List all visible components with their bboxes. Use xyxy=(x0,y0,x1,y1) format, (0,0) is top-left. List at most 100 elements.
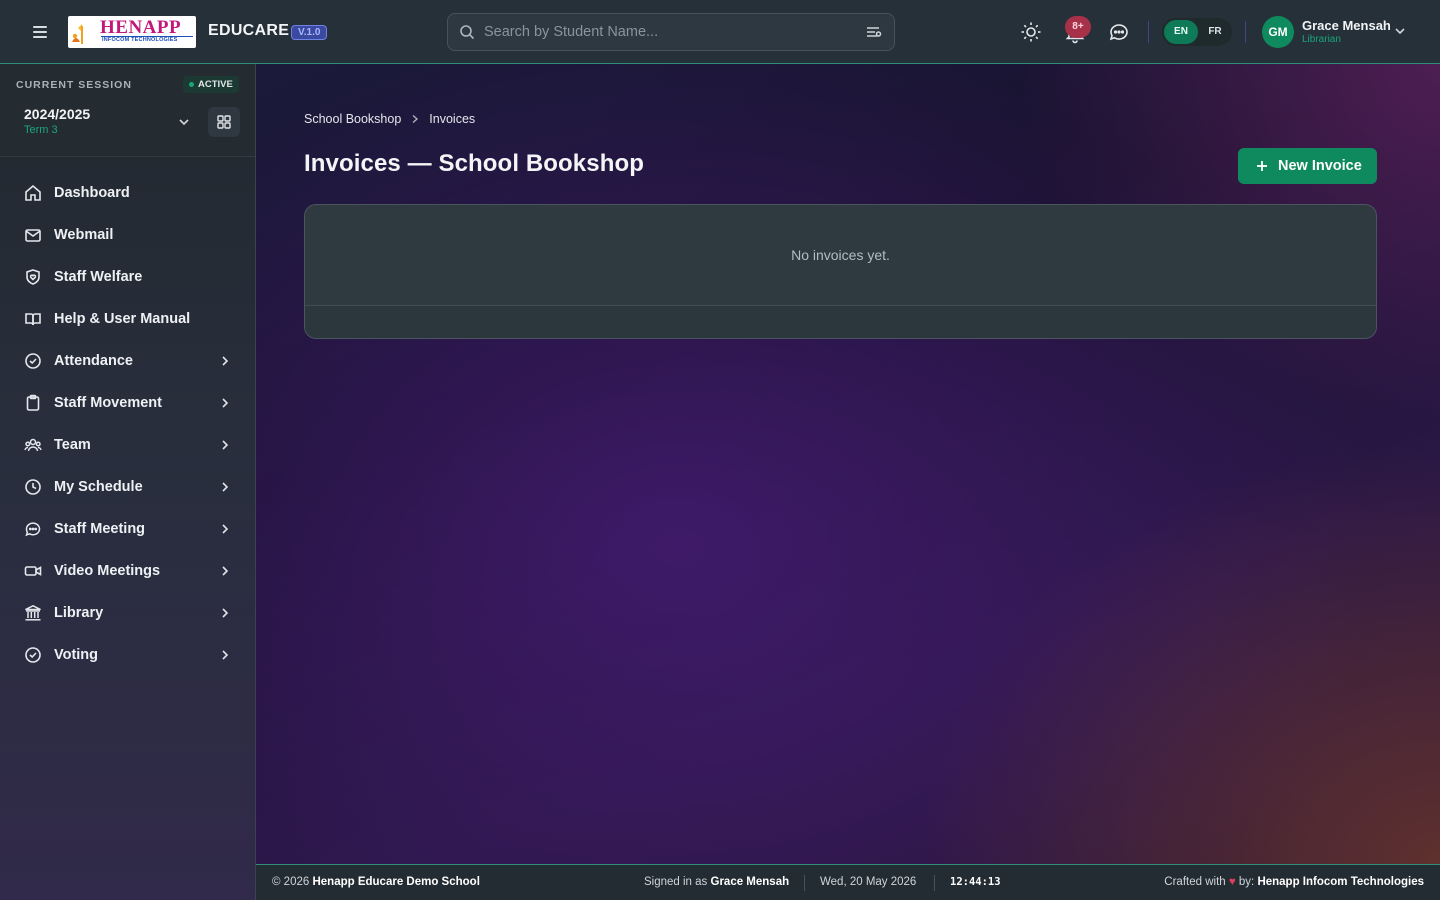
language-en-button[interactable]: EN xyxy=(1164,20,1198,44)
chevron-right-icon xyxy=(222,440,229,450)
session-term: Term 3 xyxy=(24,124,58,136)
check-circle-icon xyxy=(25,647,41,663)
sidebar-item-label: Voting xyxy=(54,647,99,663)
theme-toggle-sun-icon[interactable] xyxy=(1019,20,1043,44)
logo-subtext: INFOCOM TECHNOLOGIES xyxy=(102,37,178,43)
session-grid-button[interactable] xyxy=(208,107,240,137)
crafted-middle: by: xyxy=(1238,876,1255,888)
user-name[interactable]: Grace Mensah xyxy=(1302,18,1391,33)
sidebar-item-staff-welfare[interactable]: Staff Welfare xyxy=(0,256,255,298)
sidebar-item-label: Attendance xyxy=(54,353,133,369)
footer-divider xyxy=(934,875,935,891)
sidebar-item-team[interactable]: Team xyxy=(0,424,255,466)
chevron-right-icon xyxy=(222,356,229,366)
top-navbar: HENAPP INFOCOM TECHNOLOGIES EDUCARE V.1.… xyxy=(0,0,1440,64)
crafted-prefix: Crafted with xyxy=(1164,876,1226,888)
sidebar-item-label: Team xyxy=(54,437,91,453)
chat-icon[interactable] xyxy=(1107,20,1131,44)
session-label: CURRENT SESSION xyxy=(16,79,132,91)
sidebar-item-library[interactable]: Library xyxy=(0,592,255,634)
session-status-badge: ACTIVE xyxy=(183,76,239,93)
home-icon xyxy=(25,184,41,201)
logo-mark-icon xyxy=(72,24,83,44)
sidebar-item-staff-meeting[interactable]: Staff Meeting xyxy=(0,508,255,550)
book-open-icon xyxy=(25,313,41,326)
filter-icon[interactable] xyxy=(866,25,882,39)
heart-icon: ♥ xyxy=(1228,876,1236,888)
sidebar-item-label: Staff Meeting xyxy=(54,521,146,537)
chevron-right-icon xyxy=(222,608,229,618)
clock-icon xyxy=(25,479,41,495)
notification-count-badge: 8+ xyxy=(1065,16,1091,38)
chevron-right-icon xyxy=(222,650,229,660)
sidebar-item-voting[interactable]: Voting xyxy=(0,634,255,676)
plus-icon xyxy=(1257,161,1267,171)
app-name: EDUCARE xyxy=(208,22,290,39)
sidebar-item-webmail[interactable]: Webmail xyxy=(0,214,255,256)
footer-divider xyxy=(804,875,805,891)
copyright-year: © 2026 xyxy=(272,876,310,888)
mail-icon xyxy=(25,229,41,242)
header-divider xyxy=(1245,21,1246,43)
sidebar-item-label: My Schedule xyxy=(54,479,143,495)
sidebar-item-label: Staff Welfare xyxy=(54,269,143,285)
footer-credit: Crafted with ♥ by: Henapp Infocom Techno… xyxy=(1164,876,1424,888)
chevron-right-icon xyxy=(222,566,229,576)
app-logo[interactable]: HENAPP INFOCOM TECHNOLOGIES xyxy=(68,16,196,48)
sidebar-item-label: Help & User Manual xyxy=(54,311,191,327)
chat-bubble-icon xyxy=(25,522,41,537)
page-footer: © 2026 Henapp Educare Demo School Signed… xyxy=(256,864,1440,900)
user-avatar[interactable]: GM xyxy=(1262,16,1294,48)
sidebar-item-label: Library xyxy=(54,605,104,621)
crafted-by[interactable]: Henapp Infocom Technologies xyxy=(1257,876,1424,888)
sidebar-item-video-meetings[interactable]: Video Meetings xyxy=(0,550,255,592)
empty-state-message: No invoices yet. xyxy=(791,247,890,263)
footer-copyright: © 2026 Henapp Educare Demo School xyxy=(272,876,480,888)
signed-in-prefix: Signed in as xyxy=(644,876,708,888)
sidebar-item-dashboard[interactable]: Dashboard xyxy=(0,172,255,214)
user-role: Librarian xyxy=(1302,34,1341,45)
sidebar-nav: Dashboard Webmail Staff Welfare Help & U… xyxy=(0,172,255,676)
chevron-right-icon xyxy=(412,114,419,124)
sidebar-item-label: Staff Movement xyxy=(54,395,162,411)
sidebar-item-attendance[interactable]: Attendance xyxy=(0,340,255,382)
library-icon xyxy=(25,604,41,621)
check-circle-icon xyxy=(25,353,41,369)
search-input[interactable] xyxy=(484,14,854,50)
language-fr-button[interactable]: FR xyxy=(1198,20,1232,44)
main-content: School Bookshop Invoices Invoices — Scho… xyxy=(256,64,1440,864)
footer-date: Wed, 20 May 2026 xyxy=(820,876,917,888)
school-name: Henapp Educare Demo School xyxy=(312,876,480,888)
breadcrumb-current: Invoices xyxy=(429,112,476,126)
sidebar: CURRENT SESSION ACTIVE 2024/2025 Term 3 … xyxy=(0,64,256,900)
sidebar-item-staff-movement[interactable]: Staff Movement xyxy=(0,382,255,424)
menu-toggle-icon[interactable] xyxy=(28,20,52,44)
sidebar-item-help-user-manual[interactable]: Help & User Manual xyxy=(0,298,255,340)
signed-in-user: Grace Mensah xyxy=(710,876,790,888)
sidebar-item-label: Dashboard xyxy=(54,185,130,201)
breadcrumb: School Bookshop Invoices xyxy=(304,112,475,126)
sidebar-item-label: Video Meetings xyxy=(54,563,161,579)
session-panel: CURRENT SESSION ACTIVE 2024/2025 Term 3 xyxy=(0,64,255,157)
search-icon xyxy=(460,25,475,40)
version-badge: V.1.0 xyxy=(291,25,328,40)
new-invoice-label: New Invoice xyxy=(1278,158,1362,174)
session-year[interactable]: 2024/2025 xyxy=(24,106,90,122)
users-icon xyxy=(24,438,42,452)
breadcrumb-school-bookshop[interactable]: School Bookshop xyxy=(304,112,401,126)
table-footer xyxy=(305,305,1376,338)
footer-signed-in: Signed in as Grace Mensah xyxy=(644,876,789,888)
header-divider xyxy=(1148,21,1149,43)
chevron-right-icon xyxy=(222,398,229,408)
sidebar-item-my-schedule[interactable]: My Schedule xyxy=(0,466,255,508)
shield-heart-icon xyxy=(26,269,40,285)
new-invoice-button[interactable]: New Invoice xyxy=(1238,148,1377,184)
invoices-table-card: No invoices yet. xyxy=(304,204,1377,339)
clipboard-icon xyxy=(26,394,40,411)
chevron-down-icon[interactable] xyxy=(176,114,192,130)
chevron-down-icon[interactable] xyxy=(1393,24,1407,38)
chevron-right-icon xyxy=(222,524,229,534)
footer-time: 12:44:13 xyxy=(950,876,1001,888)
student-search-bar xyxy=(447,13,895,51)
chevron-right-icon xyxy=(222,482,229,492)
